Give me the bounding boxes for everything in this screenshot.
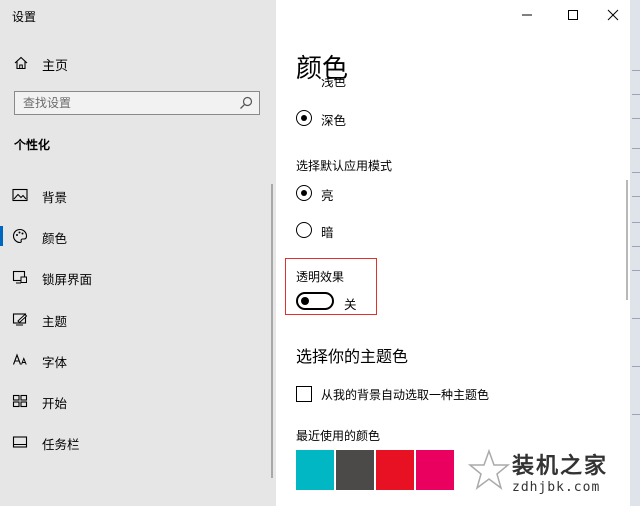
checkbox-label: 从我的背景自动选取一种主题色 (321, 388, 490, 402)
close-icon[interactable] (598, 4, 628, 26)
font-icon (12, 353, 27, 365)
radio-button[interactable] (296, 222, 312, 238)
sidebar-item-start[interactable]: 开始 (0, 385, 276, 417)
radio-label: 亮 (321, 188, 334, 203)
lock-screen-icon (12, 270, 27, 284)
picture-icon (12, 188, 28, 202)
main-scrollbar[interactable] (626, 180, 628, 300)
app-mode-label: 选择默认应用模式 (296, 159, 393, 173)
search-icon[interactable] (239, 96, 253, 110)
sidebar-item-label: 锁屏界面 (42, 272, 93, 287)
section-title: 个性化 (14, 138, 51, 152)
sidebar-scrollbar[interactable] (271, 184, 273, 478)
sidebar-item-themes[interactable]: 主题 (0, 303, 276, 335)
radio-dark[interactable]: 深色 (296, 108, 416, 130)
active-indicator (0, 226, 3, 246)
sidebar: 设置 主页 个性化 背景 颜色 (0, 0, 276, 506)
sidebar-item-label: 主题 (42, 314, 68, 329)
search-input[interactable] (15, 92, 233, 114)
radio-button[interactable] (296, 110, 312, 126)
auto-accent-checkbox[interactable]: 从我的背景自动选取一种主题色 (296, 384, 616, 406)
sidebar-item-label: 颜色 (42, 231, 68, 246)
radio-label: 浅色 (321, 78, 347, 89)
watermark-title: 装机之家 (512, 454, 609, 479)
sidebar-item-taskbar[interactable]: 任务栏 (0, 426, 276, 458)
taskbar-icon (12, 436, 28, 448)
radio-app-mode-dark[interactable]: 暗 (296, 220, 416, 242)
home-label: 主页 (42, 59, 69, 74)
main-content: 颜色 浅色 深色 选择默认应用模式 亮 暗 透明效果 关 选择你的主题色 从我的… (276, 0, 630, 506)
start-icon (12, 394, 28, 408)
sidebar-item-fonts[interactable]: 字体 (0, 344, 276, 376)
color-swatch-3[interactable] (376, 450, 414, 490)
radio-label: 深色 (321, 113, 347, 128)
sidebar-item-label: 字体 (42, 355, 68, 370)
radio-light-partial[interactable]: 浅色 (296, 78, 416, 90)
watermark-url: zdhjbk.com (512, 480, 601, 495)
maximize-icon[interactable] (558, 4, 588, 26)
sidebar-item-label: 背景 (42, 190, 68, 205)
star-logo-icon (468, 448, 510, 490)
accent-heading: 选择你的主题色 (296, 347, 409, 366)
radio-app-mode-light[interactable]: 亮 (296, 183, 416, 205)
checkbox[interactable] (296, 386, 312, 402)
radio-label: 暗 (321, 225, 334, 240)
home-nav-item[interactable]: 主页 (0, 52, 276, 76)
transparency-toggle[interactable] (296, 292, 334, 310)
radio-button[interactable] (296, 185, 312, 201)
transparency-state: 关 (344, 297, 357, 312)
toggle-knob (301, 297, 309, 305)
app-title: 设置 (12, 10, 37, 24)
sidebar-item-lock-screen[interactable]: 锁屏界面 (0, 261, 276, 293)
sidebar-item-label: 开始 (42, 396, 68, 411)
watermark: 装机之家 zdhjbk.com (468, 448, 638, 504)
transparency-label: 透明效果 (296, 270, 345, 284)
home-icon (14, 56, 28, 70)
theme-icon (12, 313, 28, 326)
color-swatch-2[interactable] (336, 450, 374, 490)
sidebar-item-background[interactable]: 背景 (0, 179, 276, 211)
palette-icon (12, 228, 28, 244)
sidebar-item-colors[interactable]: 颜色 (0, 220, 276, 252)
recent-colors-label: 最近使用的颜色 (296, 429, 381, 443)
search-box[interactable] (14, 91, 260, 115)
color-swatch-1[interactable] (296, 450, 334, 490)
minimize-icon[interactable] (512, 4, 542, 26)
sidebar-item-label: 任务栏 (42, 437, 80, 452)
color-swatch-4[interactable] (416, 450, 454, 490)
background-window-edge (630, 0, 640, 506)
